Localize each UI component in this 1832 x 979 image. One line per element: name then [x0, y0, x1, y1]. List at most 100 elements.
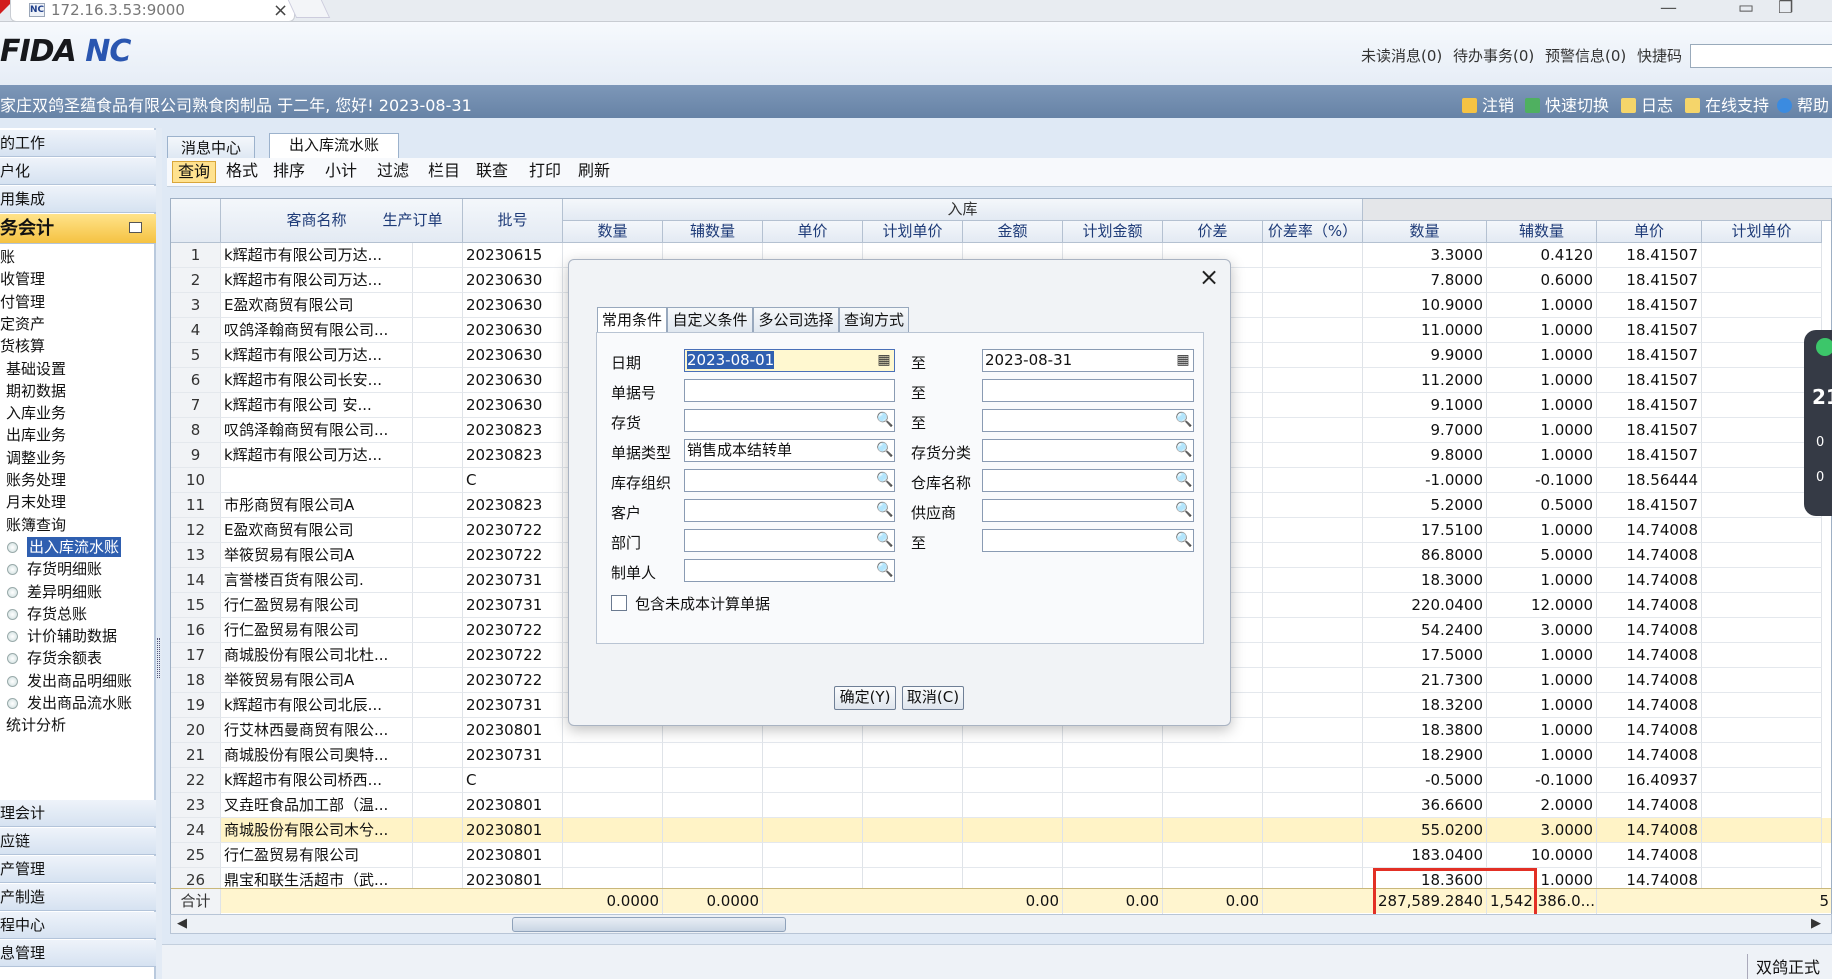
nav-item[interactable]: 存货总账: [7, 603, 87, 624]
bill-number-field[interactable]: [684, 379, 895, 402]
nav-item[interactable]: 定资产: [0, 313, 45, 334]
maximize-icon[interactable]: ❐: [1778, 0, 1793, 18]
quick-code-input[interactable]: [1690, 44, 1832, 68]
nav-item[interactable]: 付管理: [0, 291, 45, 312]
search-icon[interactable]: 🔍: [876, 472, 893, 488]
nav-item[interactable]: 账簿查询: [6, 514, 66, 535]
toolbar-button[interactable]: 刷新: [573, 161, 615, 183]
nav-group-integration[interactable]: 用集成: [0, 186, 156, 213]
nav-item[interactable]: 账: [0, 246, 15, 267]
maker-field[interactable]: 🔍: [684, 559, 895, 582]
floating-monitor-widget[interactable]: 21 0 0: [1804, 330, 1832, 516]
minimize-icon[interactable]: —: [1660, 0, 1677, 18]
logout-button[interactable]: 注销: [1462, 92, 1514, 116]
tab-common-conditions[interactable]: 常用条件: [597, 307, 667, 334]
nav-group-bottom-1[interactable]: 理会计: [0, 800, 156, 827]
nav-item[interactable]: 出入库流水账: [7, 536, 122, 557]
table-row[interactable]: 22 k辉超市有限公司桥西... C -0.5000 -0.1000 16.40937: [171, 768, 1831, 793]
toolbar-button[interactable]: 联查: [471, 161, 513, 183]
nav-item[interactable]: 差异明细账: [7, 581, 102, 602]
nav-group-personalize[interactable]: 户化: [0, 158, 156, 185]
search-icon[interactable]: 🔍: [1175, 502, 1192, 518]
close-tab-icon[interactable]: ×: [273, 0, 288, 21]
scroll-right-icon[interactable]: ▶: [1811, 916, 1821, 931]
scrollbar-thumb[interactable]: [512, 917, 786, 932]
nav-group-bottom-3[interactable]: 产管理: [0, 856, 156, 883]
table-row[interactable]: 23 叉垚旺食品加工部（温... 20230801 36.6600 2.0000 14.7…: [171, 793, 1831, 818]
date-to-field[interactable]: 2023-08-31 ▦: [982, 349, 1194, 372]
toolbar-button[interactable]: 格式: [221, 161, 263, 183]
close-icon[interactable]: ×: [1199, 263, 1219, 291]
search-icon[interactable]: 🔍: [876, 562, 893, 578]
toolbar-button[interactable]: 查询: [172, 161, 217, 183]
search-icon[interactable]: 🔍: [1175, 442, 1192, 458]
bill-number-to-field[interactable]: [982, 379, 1194, 402]
unread-messages-link[interactable]: 未读消息(0): [1361, 45, 1442, 66]
include-uncosted-checkbox[interactable]: [611, 595, 627, 611]
nav-item[interactable]: 账务处理: [6, 469, 66, 490]
scroll-left-icon[interactable]: ◀: [177, 916, 187, 931]
table-row[interactable]: 25 行仁盈贸易有限公司 20230801 183.0400 10.0000 14.740…: [171, 843, 1831, 868]
tab-query-mode[interactable]: 查询方式: [839, 307, 909, 333]
nav-item[interactable]: 基础设置: [6, 358, 66, 379]
search-icon[interactable]: 🔍: [1175, 472, 1192, 488]
search-icon[interactable]: 🔍: [876, 502, 893, 518]
warehouse-field[interactable]: 🔍: [982, 469, 1194, 492]
toolbar-button[interactable]: 过滤: [372, 161, 414, 183]
toolbar-button[interactable]: 栏目: [423, 161, 465, 183]
splitter-grip-icon[interactable]: [157, 638, 160, 678]
search-icon[interactable]: 🔍: [876, 412, 893, 428]
log-button[interactable]: 日志: [1621, 92, 1673, 116]
toolbar-button[interactable]: 小计: [320, 161, 362, 183]
help-button[interactable]: 帮助: [1777, 92, 1829, 116]
new-tab-button[interactable]: [287, 0, 331, 18]
alerts-link[interactable]: 预警信息(0): [1545, 45, 1626, 66]
search-icon[interactable]: 🔍: [1175, 532, 1192, 548]
nav-item[interactable]: 统计分析: [6, 714, 66, 735]
horizontal-scrollbar[interactable]: ◀ ▶: [170, 914, 1832, 934]
cancel-button[interactable]: 取消(C): [902, 686, 964, 710]
nav-item[interactable]: 出库业务: [6, 424, 66, 445]
supplier-field[interactable]: 🔍: [982, 499, 1194, 522]
tab-custom-conditions[interactable]: 自定义条件: [667, 307, 753, 333]
nav-item[interactable]: 调整业务: [6, 447, 66, 468]
calendar-icon[interactable]: ▦: [876, 352, 892, 368]
inventory-to-field[interactable]: 🔍: [982, 409, 1194, 432]
nav-group-bottom-4[interactable]: 产制造: [0, 884, 156, 911]
tab-multi-company[interactable]: 多公司选择: [753, 307, 839, 333]
nav-group-bottom-2[interactable]: 应链: [0, 828, 156, 855]
nav-group-finance[interactable]: 务会计: [0, 214, 156, 244]
nav-item[interactable]: 月末处理: [6, 491, 66, 512]
date-from-field[interactable]: 2023-08-01 ▦: [684, 349, 895, 372]
nav-item[interactable]: 计价辅助数据: [7, 625, 117, 646]
stock-org-field[interactable]: 🔍: [684, 469, 895, 492]
nav-splitter[interactable]: [156, 128, 162, 979]
toolbar-button[interactable]: 排序: [268, 161, 310, 183]
nav-item[interactable]: 存货余额表: [7, 647, 102, 668]
nav-group-bottom-6[interactable]: 息管理: [0, 940, 156, 967]
table-row[interactable]: 21 商城股份有限公司奥特... 20230731 18.2900 1.0000 14.7…: [171, 743, 1831, 768]
restore-icon[interactable]: ▭: [1738, 0, 1754, 18]
online-support-button[interactable]: 在线支持: [1685, 92, 1769, 116]
bill-type-field[interactable]: 销售成本结转单 🔍: [684, 439, 895, 462]
ok-button[interactable]: 确定(Y): [834, 686, 896, 710]
inventory-field[interactable]: 🔍: [684, 409, 895, 432]
tab-inout-ledger[interactable]: 出入库流水账: [269, 133, 399, 159]
collapse-icon[interactable]: [129, 222, 142, 233]
search-icon[interactable]: 🔍: [876, 532, 893, 548]
department-field[interactable]: 🔍: [684, 529, 895, 552]
calendar-icon[interactable]: ▦: [1175, 352, 1191, 368]
browser-tab[interactable]: NC 172.16.3.53:9000 ×: [10, 0, 295, 22]
nav-group-my-work[interactable]: 的工作: [0, 130, 156, 157]
inventory-class-field[interactable]: 🔍: [982, 439, 1194, 462]
nav-item[interactable]: 发出商品明细账: [7, 670, 132, 691]
department-to-field[interactable]: 🔍: [982, 529, 1194, 552]
nav-group-bottom-5[interactable]: 程中心: [0, 912, 156, 939]
nav-item[interactable]: 货核算: [0, 335, 45, 356]
nav-item[interactable]: 收管理: [0, 268, 45, 289]
nav-item[interactable]: 入库业务: [6, 402, 66, 423]
search-icon[interactable]: 🔍: [876, 442, 893, 458]
nav-item[interactable]: 期初数据: [6, 380, 66, 401]
toolbar-button[interactable]: 打印: [524, 161, 566, 183]
nav-item[interactable]: 发出商品流水账: [7, 692, 132, 713]
